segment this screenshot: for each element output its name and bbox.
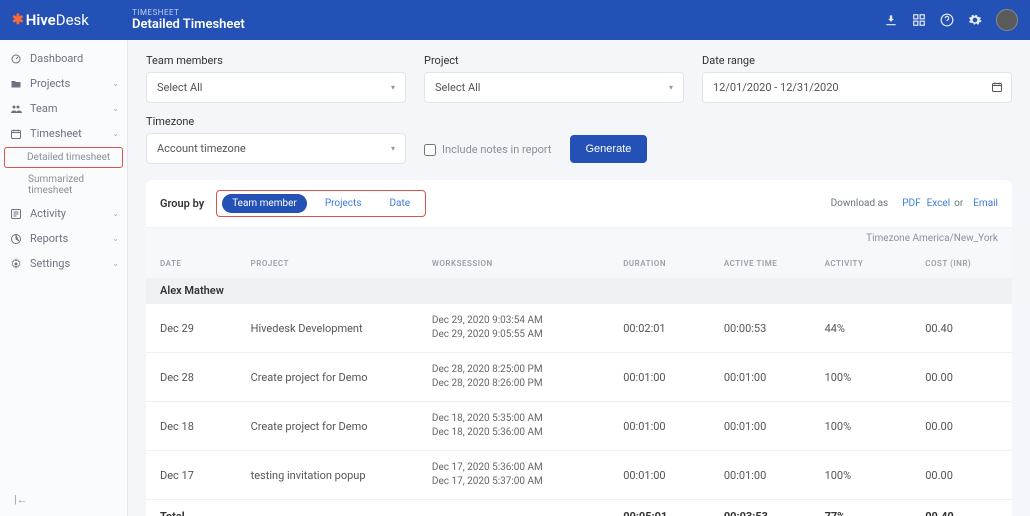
generate-button[interactable]: Generate xyxy=(570,135,648,163)
brand-logo[interactable]: ✱ HiveDesk xyxy=(12,11,132,29)
col-activity: ACTIVITY xyxy=(811,249,912,278)
top-bar: ✱ HiveDesk TIMESHEET Detailed Timesheet xyxy=(0,0,1030,40)
col-duration: DURATION xyxy=(609,249,710,278)
groupby-label: Group by xyxy=(160,197,204,210)
download-icon[interactable] xyxy=(884,13,898,27)
table-row: Dec 18Create project for DemoDec 18, 202… xyxy=(146,402,1012,451)
include-notes-checkbox[interactable]: Include notes in report xyxy=(424,143,552,164)
chevron-down-icon: ⌄ xyxy=(112,104,119,113)
chevron-down-icon: ⌄ xyxy=(112,234,119,243)
brand-desk: Desk xyxy=(56,11,89,29)
notes-checkbox-input[interactable] xyxy=(424,144,436,156)
help-icon[interactable] xyxy=(940,13,954,27)
daterange-input[interactable]: 12/01/2020 - 12/31/2020 xyxy=(702,72,1012,103)
timezone-line: Timezone America/New_York xyxy=(146,227,1012,249)
sidebar-item-reports[interactable]: Reports⌄ xyxy=(0,226,127,251)
chevron-down-icon: ⌄ xyxy=(112,79,119,88)
timezone-label: Timezone xyxy=(146,115,406,128)
sidebar: DashboardProjects⌄Team⌄Timesheet⌄Detaile… xyxy=(0,40,128,516)
sidebar-item-team[interactable]: Team⌄ xyxy=(0,96,127,121)
chevron-down-icon: ▾ xyxy=(669,83,673,92)
sidebar-item-timesheet[interactable]: Timesheet⌄ xyxy=(0,121,127,146)
table-row: Dec 28Create project for DemoDec 28, 202… xyxy=(146,353,1012,402)
col-date: DATE xyxy=(146,249,237,278)
filter-team: Team members Select All▾ xyxy=(146,54,406,103)
download-excel[interactable]: Excel xyxy=(927,198,951,209)
table-header: DATEPROJECTWORKSESSIONDURATIONACTIVE TIM… xyxy=(146,249,1012,278)
team-label: Team members xyxy=(146,54,406,67)
gear-icon[interactable] xyxy=(968,13,982,27)
download-label: Download as xyxy=(831,198,889,209)
pill-team-member[interactable]: Team member xyxy=(222,194,307,213)
calendar-icon xyxy=(991,81,1003,93)
total-row: Total00:05:0100:03:5377%00.40 xyxy=(146,500,1012,516)
table-row: Dec 29Hivedesk DevelopmentDec 29, 2020 9… xyxy=(146,304,1012,353)
separator: or xyxy=(954,198,963,209)
chevron-down-icon: ▾ xyxy=(391,83,395,92)
filter-project: Project Select All▾ xyxy=(424,54,684,103)
table-row: Dec 17testing invitation popupDec 17, 20… xyxy=(146,451,1012,500)
daterange-label: Date range xyxy=(702,54,1012,67)
sidebar-item-projects[interactable]: Projects⌄ xyxy=(0,71,127,96)
col-active-time: ACTIVE TIME xyxy=(710,249,811,278)
project-select[interactable]: Select All▾ xyxy=(424,72,684,103)
sidebar-item-dashboard[interactable]: Dashboard xyxy=(0,46,127,71)
groupby-pills: Team member Projects Date xyxy=(216,190,426,217)
chevron-down-icon: ▾ xyxy=(391,144,395,153)
sidebar-sub-summarized[interactable]: Summarized timesheet xyxy=(0,169,127,201)
sidebar-item-activity[interactable]: Activity⌄ xyxy=(0,201,127,226)
sidebar-sub-detailed[interactable]: Detailed timesheet xyxy=(4,147,123,168)
grid-icon[interactable] xyxy=(912,13,926,27)
col-project: PROJECT xyxy=(237,249,418,278)
download-bar: Download as PDF Excelor Email xyxy=(831,198,998,209)
pill-projects[interactable]: Projects xyxy=(315,194,372,213)
timesheet-table: DATEPROJECTWORKSESSIONDURATIONACTIVE TIM… xyxy=(146,249,1012,516)
topbar-actions xyxy=(884,9,1018,31)
team-select[interactable]: Select All▾ xyxy=(146,72,406,103)
main-content: Team members Select All▾ Project Select … xyxy=(128,40,1030,516)
chevron-down-icon: ⌄ xyxy=(112,129,119,138)
col-cost-inr-: COST (INR) xyxy=(911,249,1012,278)
sidebar-item-settings[interactable]: Settings⌄ xyxy=(0,251,127,276)
project-label: Project xyxy=(424,54,684,67)
results-panel: Group by Team member Projects Date Downloa… xyxy=(146,180,1012,516)
timezone-select[interactable]: Account timezone▾ xyxy=(146,133,406,164)
title-block: TIMESHEET Detailed Timesheet xyxy=(132,8,245,32)
avatar[interactable] xyxy=(996,9,1018,31)
col-worksession: WORKSESSION xyxy=(418,249,609,278)
page-title: Detailed Timesheet xyxy=(132,17,245,32)
notes-label: Include notes in report xyxy=(442,143,552,156)
hive-icon: ✱ xyxy=(12,12,24,28)
chevron-down-icon: ⌄ xyxy=(112,259,119,268)
pill-date[interactable]: Date xyxy=(379,194,420,213)
filter-timezone: Timezone Account timezone▾ xyxy=(146,115,406,164)
filter-daterange: Date range 12/01/2020 - 12/31/2020 xyxy=(702,54,1012,103)
collapse-sidebar[interactable]: |← xyxy=(0,483,127,516)
group-row: Alex Mathew xyxy=(146,278,1012,304)
breadcrumb: TIMESHEET xyxy=(132,8,245,17)
brand-hive: Hive xyxy=(26,11,56,29)
chevron-down-icon: ⌄ xyxy=(112,209,119,218)
download-email[interactable]: Email xyxy=(973,198,998,209)
download-pdf[interactable]: PDF xyxy=(902,198,920,209)
